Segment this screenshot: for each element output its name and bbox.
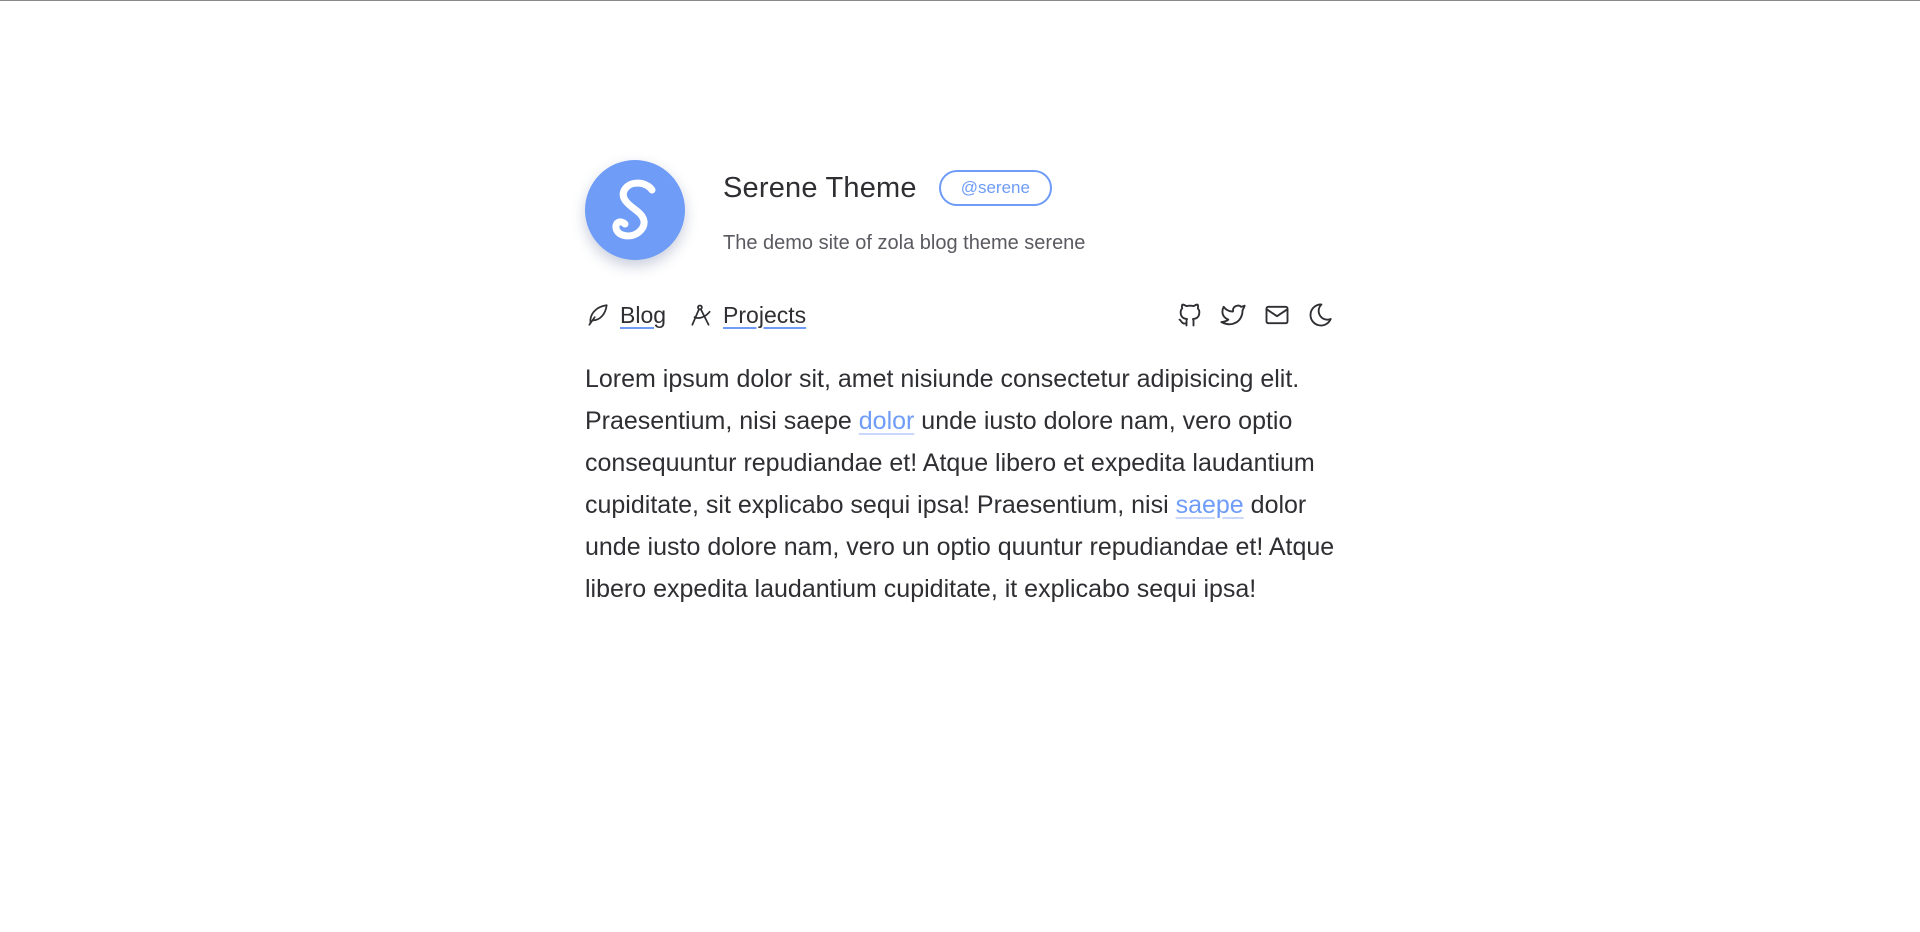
site-title[interactable]: Serene Theme: [723, 172, 917, 205]
nav-label-blog[interactable]: Blog: [620, 302, 666, 329]
moon-icon[interactable]: [1307, 301, 1335, 329]
social-links: [1161, 301, 1335, 329]
link-dolor[interactable]: dolor: [859, 407, 915, 435]
top-border: [0, 0, 1920, 1]
compass-icon: [688, 302, 714, 328]
avatar[interactable]: [585, 160, 685, 260]
nav-item-projects[interactable]: Projects: [688, 302, 806, 329]
page-container: Serene Theme @serene The demo site of zo…: [585, 160, 1335, 610]
intro-paragraph: Lorem ipsum dolor sit, amet nisiunde con…: [585, 358, 1335, 610]
title-row: Serene Theme @serene: [723, 166, 1085, 210]
twitter-icon[interactable]: [1219, 301, 1247, 329]
header-text: Serene Theme @serene The demo site of zo…: [723, 160, 1085, 255]
site-subtitle: The demo site of zola blog theme serene: [723, 232, 1086, 254]
link-saepe[interactable]: saepe: [1176, 491, 1244, 519]
site-header: Serene Theme @serene The demo site of zo…: [585, 160, 1335, 260]
nav-bar: Blog Projects: [585, 298, 1335, 332]
github-icon[interactable]: [1176, 301, 1204, 329]
nav-item-blog[interactable]: Blog: [585, 302, 666, 329]
nav-label-projects[interactable]: Projects: [723, 302, 806, 329]
nav-links: Blog Projects: [585, 302, 828, 329]
feather-icon: [585, 302, 611, 328]
handle-badge[interactable]: @serene: [938, 170, 1052, 206]
mail-icon[interactable]: [1262, 301, 1292, 329]
avatar-logo-icon: [612, 179, 656, 240]
